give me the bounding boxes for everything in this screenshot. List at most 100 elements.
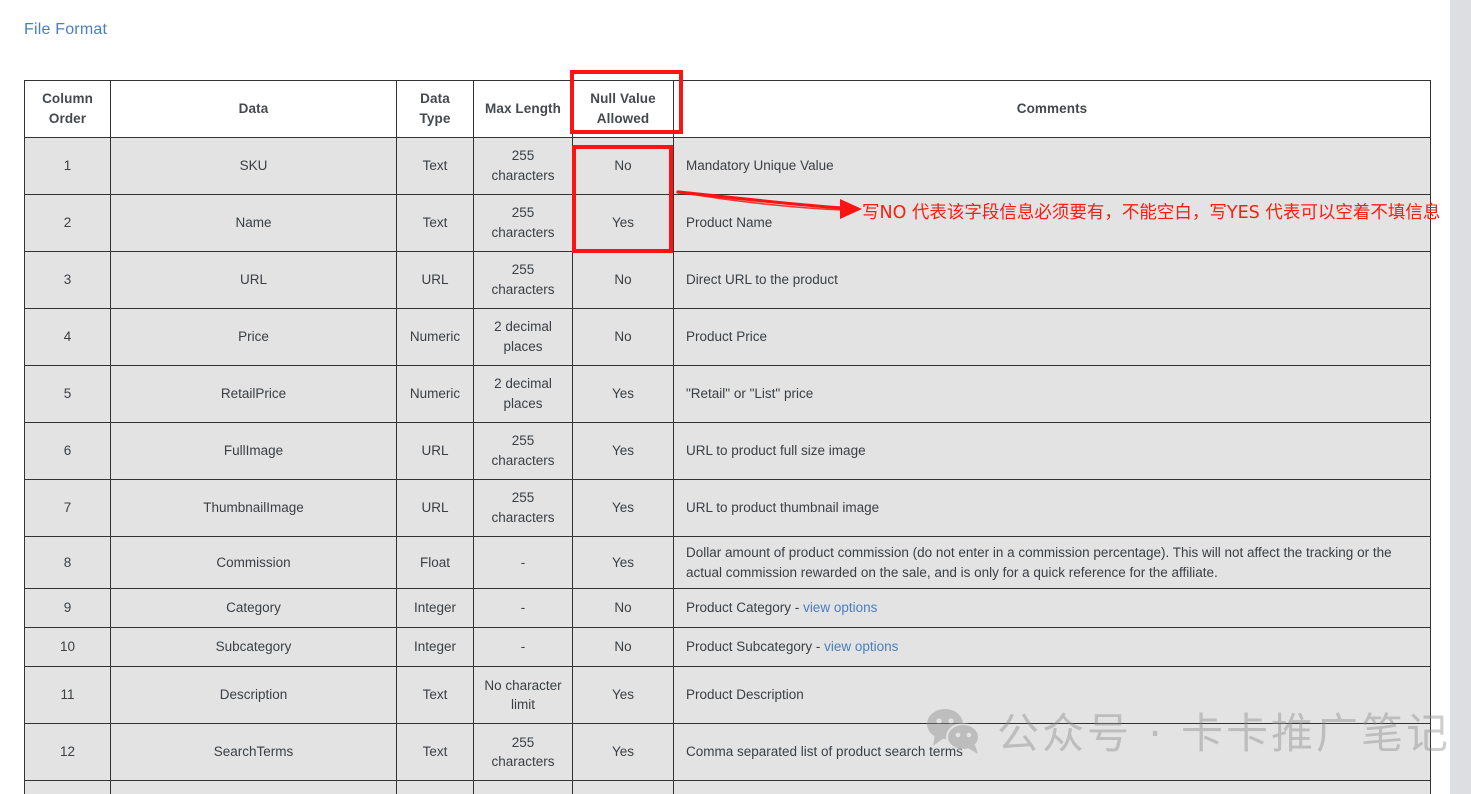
cell-data: RetailPrice — [110, 365, 397, 423]
page-root: File Format Column Order Data Data Type … — [0, 0, 1471, 794]
table-row: 6 FullImage URL 255 characters Yes URL t… — [24, 422, 1431, 480]
cell-max-length: 2 decimal places — [473, 308, 573, 366]
column-header-null-value-allowed: Null Value Allowed — [572, 80, 674, 138]
cell-comments: Mandatory Unique Value — [673, 137, 1431, 195]
vertical-scrollbar[interactable] — [1450, 0, 1471, 794]
table-row: 1 SKU Text 255 characters No Mandatory U… — [24, 137, 1431, 195]
table-row: 3 URL URL 255 characters No Direct URL t… — [24, 251, 1431, 309]
cell-comments: URL to product thumbnail image — [673, 479, 1431, 537]
cell-column-order: 11 — [24, 666, 111, 725]
table-row: 9 Category Integer - No Product Category… — [24, 588, 1431, 629]
cell-max-length: 255 characters — [473, 194, 573, 252]
cell-max-length: - — [473, 627, 573, 668]
cell-data-type — [396, 780, 474, 794]
cell-null-value-allowed: Yes — [572, 422, 674, 480]
cell-comments: Dollar amount of product commission (do … — [673, 535, 1431, 590]
view-options-link[interactable]: view options — [803, 600, 877, 615]
cell-null-value-allowed: Yes — [572, 479, 674, 537]
cell-column-order: 10 — [24, 627, 111, 668]
table-row: 7 ThumbnailImage URL 255 characters Yes … — [24, 479, 1431, 537]
annotation-text: 写NO 代表该字段信息必须要有，不能空白，写YES 代表可以空着不填信息 — [862, 203, 1441, 223]
cell-null-value-allowed: No — [572, 137, 674, 195]
table-row: 12 SearchTerms Text 255 characters Yes C… — [24, 723, 1431, 782]
cell-data: ThumbnailImage — [110, 479, 397, 537]
cell-data: Commission — [110, 535, 397, 590]
view-options-link[interactable]: view options — [824, 639, 898, 654]
table-row: 10 Subcategory Integer - No Product Subc… — [24, 627, 1431, 668]
table-body: 1 SKU Text 255 characters No Mandatory U… — [24, 137, 1431, 794]
cell-data: SearchTerms — [110, 723, 397, 782]
cell-data: Description — [110, 666, 397, 725]
cell-data-type: Float — [396, 535, 474, 590]
cell-data-type: URL — [396, 479, 474, 537]
cell-max-length: 255 characters — [473, 251, 573, 309]
cell-column-order: 1 — [24, 137, 111, 195]
cell-column-order: 4 — [24, 308, 111, 366]
cell-comments: Comma separated list of product search t… — [673, 723, 1431, 782]
cell-data: Subcategory — [110, 627, 397, 668]
cell-comments — [673, 780, 1431, 794]
cell-max-length: - — [473, 535, 573, 590]
cell-null-value-allowed — [572, 780, 674, 794]
cell-comments: URL to product full size image — [673, 422, 1431, 480]
cell-null-value-allowed: No — [572, 308, 674, 366]
cell-column-order: 5 — [24, 365, 111, 423]
cell-data-type: Numeric — [396, 365, 474, 423]
cell-column-order: 9 — [24, 588, 111, 629]
cell-max-length: No character limit — [473, 666, 573, 725]
table-header-row: Column Order Data Data Type Max Length N… — [24, 80, 1431, 138]
cell-max-length: - — [473, 588, 573, 629]
table-row: 11 Description Text No character limit Y… — [24, 666, 1431, 725]
cell-column-order: 3 — [24, 251, 111, 309]
cell-data: FullImage — [110, 422, 397, 480]
cell-data: Category — [110, 588, 397, 629]
cell-data-type: Text — [396, 137, 474, 195]
table-row-partial — [24, 780, 1431, 794]
page-title: File Format — [24, 21, 108, 38]
cell-max-length — [473, 780, 573, 794]
cell-comments-text: Product Subcategory - — [686, 639, 825, 655]
cell-data-type: Text — [396, 194, 474, 252]
cell-column-order: 12 — [24, 723, 111, 782]
column-header-data: Data — [110, 80, 397, 138]
cell-null-value-allowed: No — [572, 251, 674, 309]
cell-data: Price — [110, 308, 397, 366]
cell-column-order: 2 — [24, 194, 111, 252]
cell-max-length: 255 characters — [473, 723, 573, 782]
cell-data-type: Numeric — [396, 308, 474, 366]
cell-comments: Product Subcategory - view options — [673, 627, 1431, 668]
cell-comments: "Retail" or "List" price — [673, 365, 1431, 423]
cell-null-value-allowed: Yes — [572, 365, 674, 423]
cell-column-order — [24, 780, 111, 794]
cell-max-length: 255 characters — [473, 422, 573, 480]
cell-max-length: 2 decimal places — [473, 365, 573, 423]
cell-data: Name — [110, 194, 397, 252]
cell-column-order: 7 — [24, 479, 111, 537]
table-row: 8 Commission Float - Yes Dollar amount o… — [24, 535, 1431, 590]
cell-max-length: 255 characters — [473, 137, 573, 195]
cell-column-order: 8 — [24, 535, 111, 590]
column-header-data-type: Data Type — [396, 80, 474, 138]
cell-null-value-allowed: No — [572, 627, 674, 668]
cell-data — [110, 780, 397, 794]
cell-comments: Product Category - view options — [673, 588, 1431, 629]
cell-comments-text: Product Category - — [686, 600, 804, 616]
cell-comments: Product Price — [673, 308, 1431, 366]
column-header-max-length: Max Length — [473, 80, 573, 138]
cell-data: SKU — [110, 137, 397, 195]
cell-data-type: URL — [396, 251, 474, 309]
cell-comments: Direct URL to the product — [673, 251, 1431, 309]
cell-data-type: Integer — [396, 588, 474, 629]
cell-data: URL — [110, 251, 397, 309]
cell-null-value-allowed: Yes — [572, 535, 674, 590]
cell-max-length: 255 characters — [473, 479, 573, 537]
cell-null-value-allowed: Yes — [572, 666, 674, 725]
cell-data-type: Text — [396, 723, 474, 782]
cell-data-type: URL — [396, 422, 474, 480]
cell-null-value-allowed: Yes — [572, 194, 674, 252]
file-format-table: Column Order Data Data Type Max Length N… — [24, 80, 1431, 794]
table-row: 5 RetailPrice Numeric 2 decimal places Y… — [24, 365, 1431, 423]
cell-null-value-allowed: No — [572, 588, 674, 629]
cell-data-type: Text — [396, 666, 474, 725]
column-header-comments: Comments — [673, 80, 1431, 138]
